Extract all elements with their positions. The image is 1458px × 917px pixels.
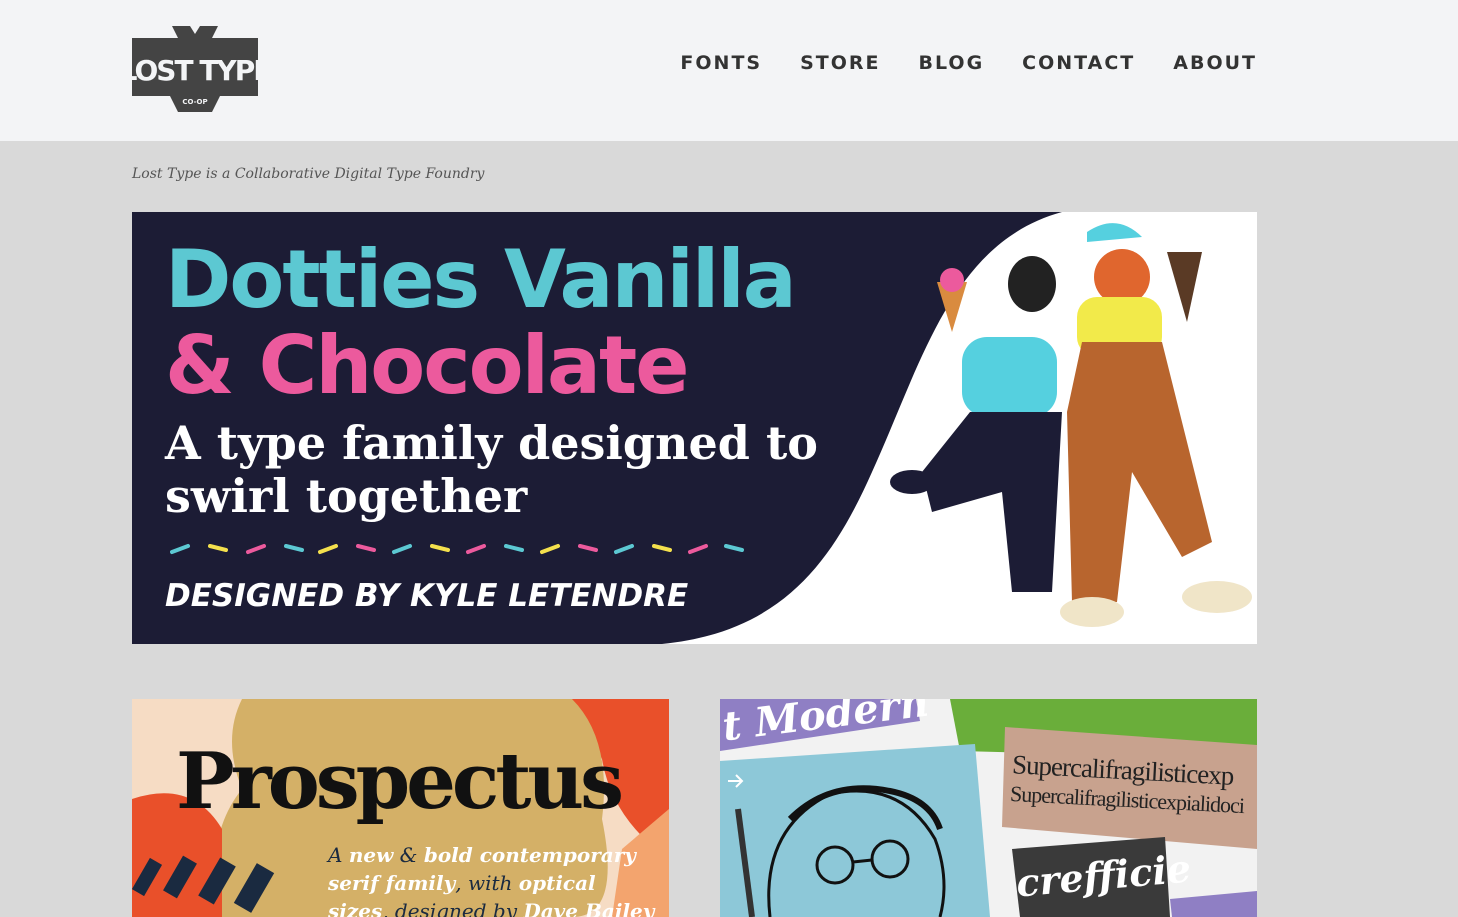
nav-fonts[interactable]: FONTS — [680, 52, 762, 74]
main-nav: FONTS STORE BLOG CONTACT ABOUT — [680, 52, 1257, 74]
nav-contact[interactable]: CONTACT — [1022, 52, 1135, 74]
prospectus-title: Prospectus — [176, 736, 624, 827]
hero-banner-dotties-vanilla[interactable]: Dotties Vanilla & Chocolate A type famil… — [132, 212, 1257, 644]
nav-store[interactable]: STORE — [800, 52, 880, 74]
card-prospectus[interactable]: Prospectus A new & bold contemporary ser… — [132, 699, 669, 917]
hero-title-line1: Dotties Vanilla — [165, 233, 797, 326]
prospectus-description: A new & bold contemporary serif family, … — [328, 843, 655, 917]
lost-type-logo[interactable]: LOST TYPE CO-OP — [132, 22, 258, 112]
svg-text:LOST TYPE: LOST TYPE — [132, 54, 258, 87]
site-tagline: Lost Type is a Collaborative Digital Typ… — [132, 166, 485, 182]
svg-text:CO-OP: CO-OP — [182, 98, 207, 106]
ice-cream-couple-illustration — [890, 223, 1252, 627]
card-modern-type-collage[interactable]: t Modern Supercalifragilisticexp Superca… — [720, 699, 1257, 917]
sprinkles-decoration — [170, 544, 744, 554]
nav-blog[interactable]: BLOG — [919, 52, 985, 74]
nav-about[interactable]: ABOUT — [1173, 52, 1257, 74]
hero-title-line2: & Chocolate — [165, 319, 690, 412]
site-header: LOST TYPE CO-OP FONTS STORE BLOG CONTACT… — [0, 0, 1458, 141]
hero-subtitle: A type family designed to swirl together — [165, 416, 818, 523]
hero-credit: DESIGNED BY KYLE LETENDRE — [165, 578, 689, 614]
